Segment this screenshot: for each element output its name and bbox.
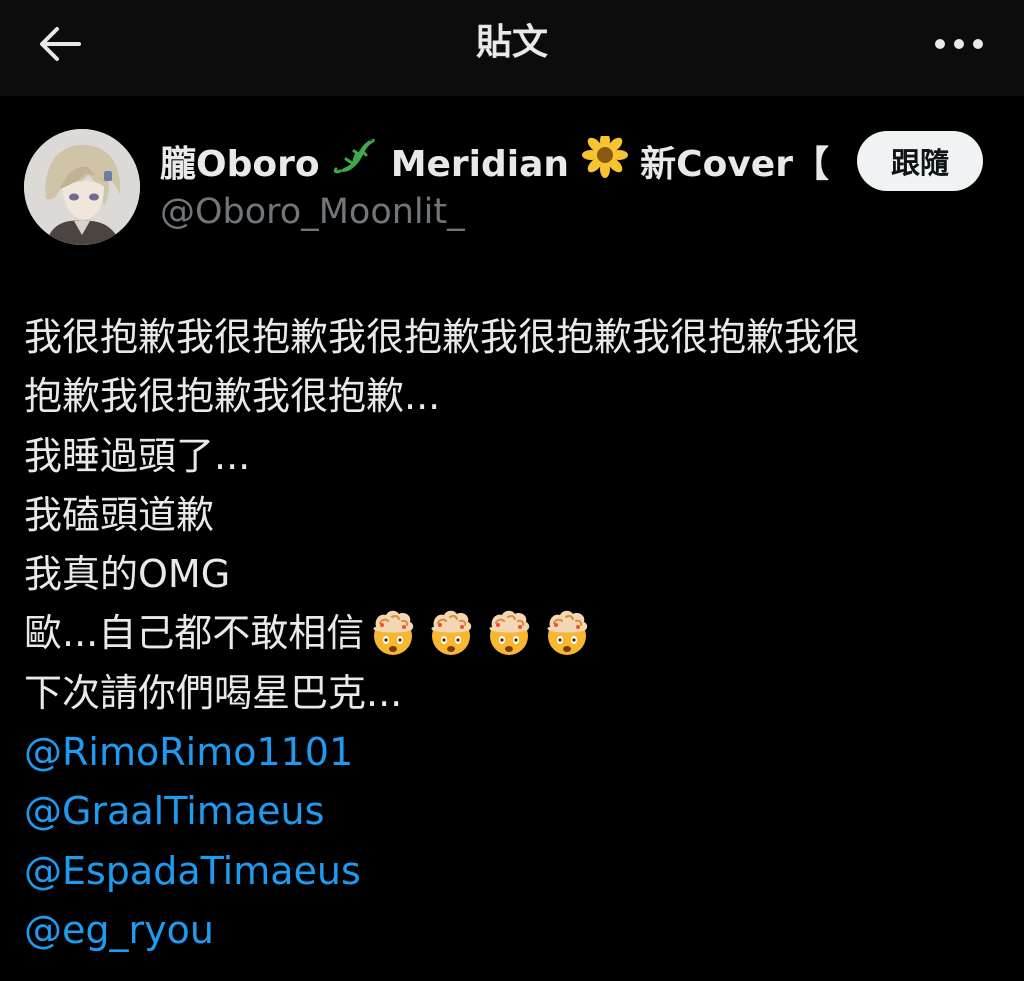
page-title: 貼文 [475,22,548,63]
mention-link[interactable]: @eg_ryou [24,901,1004,960]
emoji-row [368,607,592,657]
more-options-button[interactable] [924,18,994,70]
bottom-edge [0,966,1024,981]
tweet-line-6-text: 歐...自己都不敢相信 [24,611,365,656]
follow-button[interactable]: 跟隨 [857,131,983,191]
top-bar: 貼文 [0,0,1024,96]
tweet-line-5: 我真的OMG [24,552,231,597]
blossom-icon [581,136,628,192]
tweet-line-4: 我磕頭道歉 [24,492,215,537]
more-horizontal-icon [935,39,983,49]
display-name-part-3: 新Cover【... [640,144,830,185]
tweet-body: 我很抱歉我很抱歉我很抱歉我很抱歉我很抱歉我很 抱歉我很抱歉我很抱歉... 我睡過… [24,308,1004,960]
tweet-line-6: 歐...自己都不敢相信 [24,604,1004,663]
lizard-icon [332,136,378,191]
user-handle[interactable]: @Oboro_Moonlit_ [160,188,465,236]
avatar[interactable] [24,129,140,245]
display-name-part-1: 朧Oboro [160,144,320,185]
author-row: 朧Oboro Meridian 新Cover【 @Oboro_Moonlit_ … [0,96,1024,266]
exploding-head-icon [426,607,476,657]
exploding-head-icon [484,607,534,657]
mention-link[interactable]: @EspadaTimaeus [24,842,1004,901]
mention-link[interactable]: @GraalTimaeus [24,782,1004,841]
tweet-line-7: 下次請你們喝星巴克... [24,670,403,715]
mention-link[interactable]: @RimoRimo1101 [24,723,1004,782]
display-name[interactable]: 朧Oboro Meridian 新Cover【 [160,136,830,196]
exploding-head-icon [542,607,592,657]
tweet-line-1: 我很抱歉我很抱歉我很抱歉我很抱歉我很抱歉我很 [24,315,861,359]
display-name-part-2: Meridian [390,144,570,185]
exploding-head-icon [368,607,418,657]
tweet-line-2: 抱歉我很抱歉我很抱歉... [24,374,441,419]
avatar-image [24,129,140,245]
tweet-line-3: 我睡過頭了... [24,433,251,478]
